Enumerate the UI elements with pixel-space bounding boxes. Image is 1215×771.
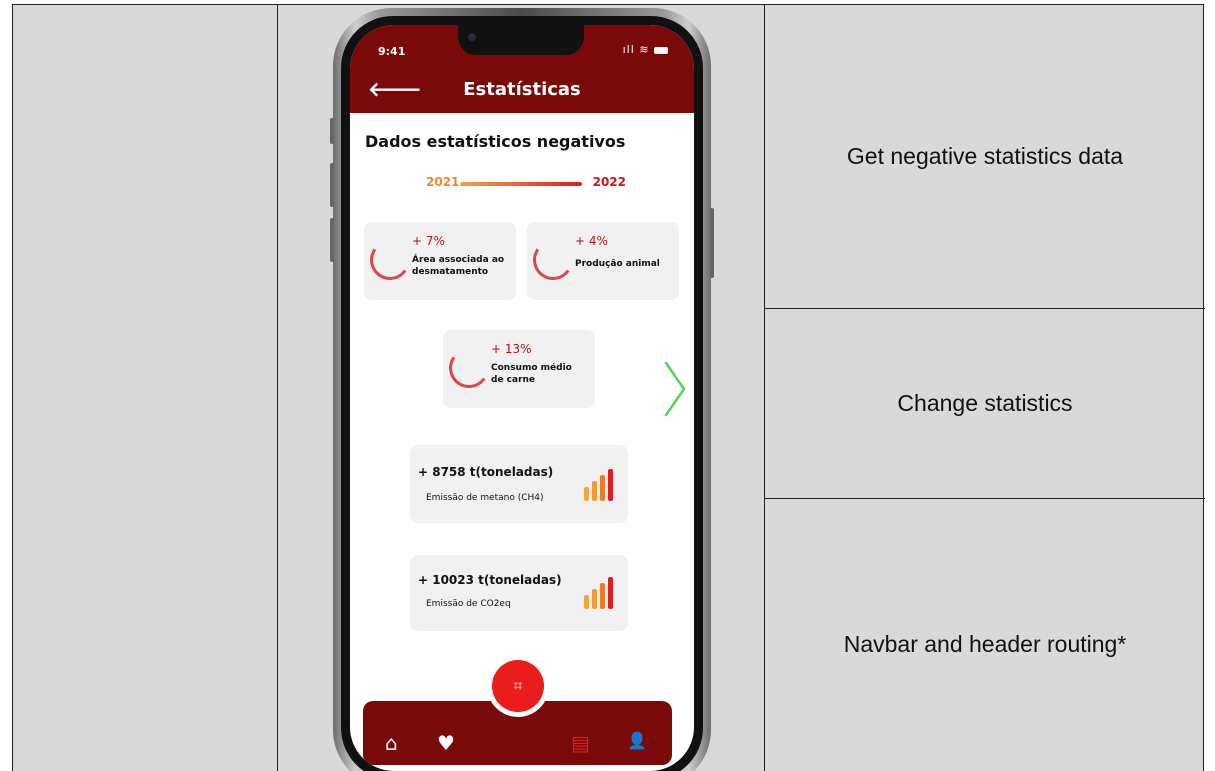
description-cell-1: Get negative statistics data	[765, 5, 1205, 309]
description-text: Get negative statistics data	[846, 143, 1124, 169]
heart-icon[interactable]: ♥	[437, 731, 455, 755]
scan-button[interactable]: ⌗	[492, 660, 544, 712]
stat-label: Área associada ao desmatamento	[412, 254, 504, 278]
emission-label: Emissão de metano (CH4)	[426, 493, 544, 503]
home-icon[interactable]: ⌂	[385, 731, 398, 755]
stat-label-line: Área associada ao	[412, 255, 505, 265]
description-cell-2: Change statistics	[765, 309, 1205, 499]
progress-ring-icon	[366, 236, 414, 284]
phone-power-button	[710, 208, 714, 278]
progress-ring-icon	[529, 236, 577, 284]
user-icon[interactable]: 👤	[627, 731, 647, 750]
camera-icon	[468, 33, 476, 41]
description-text: Change statistics	[897, 390, 1073, 416]
phone-mute-switch	[330, 118, 334, 144]
stat-label-line: de carne	[491, 375, 536, 385]
emission-card-methane: + 8758 t(toneladas) Emissão de metano (C…	[410, 445, 628, 523]
status-time: 9:41	[378, 45, 406, 58]
scan-icon: ⌗	[513, 676, 523, 695]
description-cell-3: Navbar and header routing*	[765, 499, 1205, 771]
app-header: 9:41 ıll ≋ 🡐 Estatísticas	[350, 25, 694, 113]
stat-percent: + 7%	[412, 234, 445, 248]
table-column-left	[13, 5, 278, 771]
emission-card-co2: + 10023 t(toneladas) Emissão de CO2eq	[410, 555, 628, 631]
page-title: Estatísticas	[463, 79, 581, 100]
progress-ring-icon	[445, 344, 493, 392]
year-to: 2022	[592, 175, 626, 189]
stat-card-animal-production: + 4% Produção animal	[527, 222, 679, 300]
bar-chart-icon	[584, 469, 618, 501]
emission-value: + 10023 t(toneladas)	[418, 573, 562, 587]
chevron-right-icon[interactable]	[660, 359, 688, 419]
phone-volume-up	[330, 163, 334, 207]
stat-label-line: desmatamento	[412, 267, 489, 277]
year-range-line	[460, 182, 582, 186]
stat-label-line: Consumo médio	[491, 363, 572, 373]
signal-icon: ıll	[622, 43, 635, 56]
phone-volume-down	[330, 218, 334, 262]
status-icons: ıll ≋	[623, 43, 668, 56]
year-range: 2021 2022	[426, 175, 626, 193]
emission-value: + 8758 t(toneladas)	[418, 465, 554, 479]
stat-card-deforestation: + 7% Área associada ao desmatamento	[364, 222, 516, 300]
stat-percent: + 4%	[575, 234, 608, 248]
stat-label-line: Produção animal	[575, 259, 660, 269]
news-icon[interactable]: ▤	[571, 731, 590, 755]
stat-percent: + 13%	[491, 342, 532, 356]
emission-label: Emissão de CO2eq	[426, 599, 511, 609]
wifi-icon: ≋	[639, 43, 650, 56]
description-text: Navbar and header routing*	[843, 630, 1127, 657]
stat-card-meat-consumption: + 13% Consumo médio de carne	[443, 330, 595, 408]
stat-label: Produção animal	[575, 258, 660, 270]
phone-screen: 9:41 ıll ≋ 🡐 Estatísticas Dados estatíst…	[350, 25, 694, 771]
section-title: Dados estatísticos negativos	[365, 132, 626, 151]
phone-mockup: 9:41 ıll ≋ 🡐 Estatísticas Dados estatíst…	[330, 8, 714, 771]
bar-chart-icon	[584, 577, 618, 609]
phone-bezel: 9:41 ıll ≋ 🡐 Estatísticas Dados estatíst…	[341, 16, 703, 771]
battery-icon	[654, 46, 668, 54]
year-from: 2021	[426, 175, 460, 189]
table-column-descriptions: Get negative statistics data Change stat…	[765, 5, 1205, 771]
phone-notch	[458, 25, 584, 55]
stat-label: Consumo médio de carne	[491, 362, 572, 386]
